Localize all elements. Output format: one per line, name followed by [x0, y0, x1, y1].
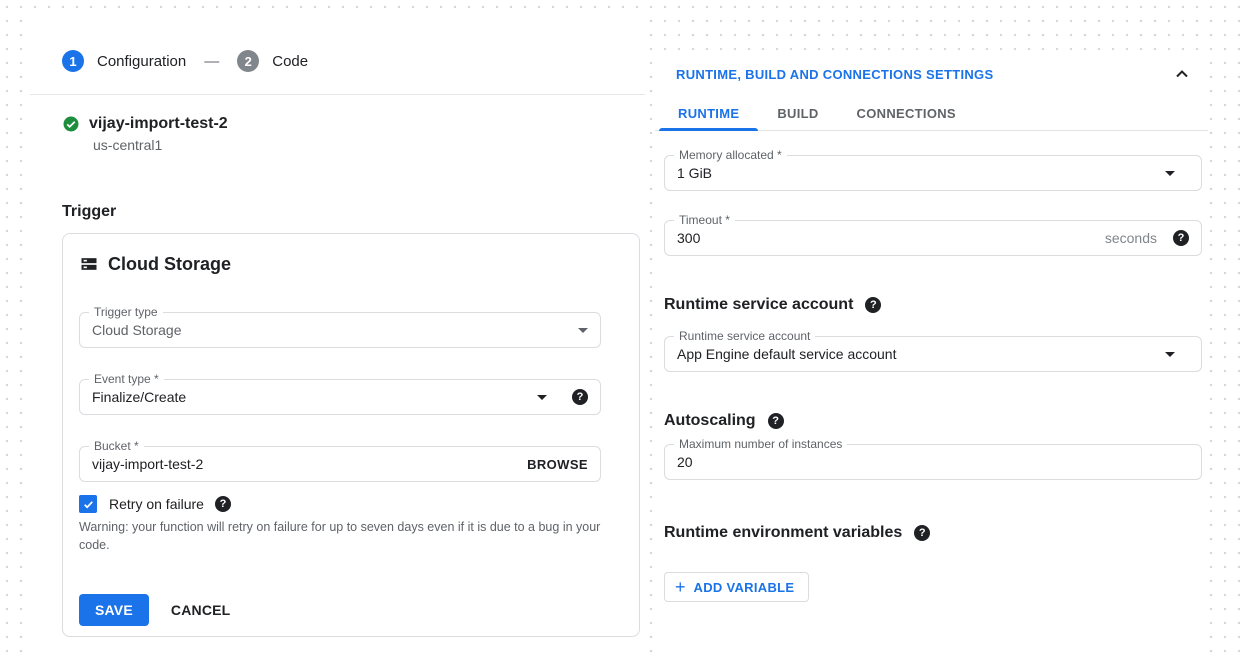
save-button[interactable]: SAVE [79, 594, 149, 626]
retry-warning-text: Warning: your function will retry on fai… [79, 518, 624, 554]
configuration-panel: 1 Configuration — 2 Code vijay-import-te… [30, 10, 645, 658]
step-2-label: Code [272, 53, 308, 70]
settings-tabs: RUNTIME BUILD CONNECTIONS [655, 96, 1208, 131]
function-header: vijay-import-test-2 [62, 115, 645, 133]
tab-build[interactable]: BUILD [758, 96, 837, 130]
cloud-storage-icon [79, 254, 99, 274]
cancel-button[interactable]: CANCEL [171, 602, 231, 618]
max-instances-field: Maximum number of instances [664, 444, 1202, 480]
step-1-label: Configuration [97, 53, 186, 70]
trigger-card: Cloud Storage Trigger type Cloud Storage… [62, 233, 640, 637]
chevron-down-icon [1165, 352, 1175, 357]
runtime-env-variables-heading: Runtime environment variables [664, 524, 902, 542]
event-type-select[interactable]: Event type * Finalize/Create ? [79, 379, 601, 415]
trigger-type-label: Trigger type [89, 306, 163, 319]
retry-label: Retry on failure [109, 496, 204, 512]
autoscaling-heading: Autoscaling [664, 412, 756, 430]
event-type-help-icon[interactable]: ? [572, 389, 588, 405]
bucket-label: Bucket * [89, 440, 144, 453]
service-account-help-icon[interactable]: ? [865, 297, 881, 313]
tab-runtime[interactable]: RUNTIME [659, 96, 758, 130]
chevron-down-icon [578, 328, 588, 333]
trigger-type-value: Cloud Storage [92, 322, 578, 338]
event-type-label: Event type * [89, 373, 164, 386]
memory-allocated-value: 1 GiB [677, 165, 1165, 181]
step-2-indicator[interactable]: 2 [237, 50, 259, 72]
timeout-help-icon[interactable]: ? [1173, 230, 1189, 246]
timeout-label: Timeout * [674, 214, 735, 227]
settings-section-toggle[interactable]: RUNTIME, BUILD AND CONNECTIONS SETTINGS [676, 67, 993, 82]
bucket-input[interactable] [92, 456, 527, 472]
function-name: vijay-import-test-2 [89, 115, 228, 133]
max-instances-input[interactable] [677, 454, 1189, 470]
runtime-service-account-value: App Engine default service account [677, 346, 1165, 362]
trigger-section-heading: Trigger [62, 203, 645, 221]
autoscaling-help-icon[interactable]: ? [768, 413, 784, 429]
function-region: us-central1 [93, 137, 645, 153]
runtime-settings-panel: RUNTIME, BUILD AND CONNECTIONS SETTINGS … [655, 50, 1208, 658]
env-variables-help-icon[interactable]: ? [914, 525, 930, 541]
trigger-card-title: Cloud Storage [108, 254, 231, 275]
event-type-value: Finalize/Create [92, 389, 537, 405]
retry-help-icon[interactable]: ? [215, 496, 231, 512]
runtime-service-account-label: Runtime service account [674, 330, 815, 343]
plus-icon: + [675, 578, 686, 596]
trigger-type-select[interactable]: Trigger type Cloud Storage [79, 312, 601, 348]
max-instances-label: Maximum number of instances [674, 438, 847, 451]
add-variable-button[interactable]: + ADD VARIABLE [664, 572, 809, 602]
memory-allocated-label: Memory allocated * [674, 149, 787, 162]
bucket-field: Bucket * BROWSE [79, 446, 601, 482]
timeout-field: Timeout * seconds ? [664, 220, 1202, 256]
timeout-suffix: seconds [1105, 230, 1157, 246]
chevron-down-icon [537, 395, 547, 400]
step-separator: — [204, 53, 219, 70]
success-check-icon [62, 115, 80, 133]
chevron-down-icon [1165, 171, 1175, 176]
step-1-indicator[interactable]: 1 [62, 50, 84, 72]
retry-checkbox[interactable] [79, 495, 97, 513]
memory-allocated-select[interactable]: Memory allocated * 1 GiB [664, 155, 1202, 191]
stepper: 1 Configuration — 2 Code [62, 50, 645, 72]
chevron-up-icon[interactable] [1172, 64, 1192, 84]
tab-connections[interactable]: CONNECTIONS [838, 96, 975, 130]
runtime-service-account-select[interactable]: Runtime service account App Engine defau… [664, 336, 1202, 372]
add-variable-label: ADD VARIABLE [694, 580, 795, 595]
runtime-service-account-heading: Runtime service account [664, 296, 853, 314]
timeout-input[interactable] [677, 230, 1105, 246]
stepper-divider [30, 94, 645, 95]
browse-button[interactable]: BROWSE [527, 457, 588, 472]
